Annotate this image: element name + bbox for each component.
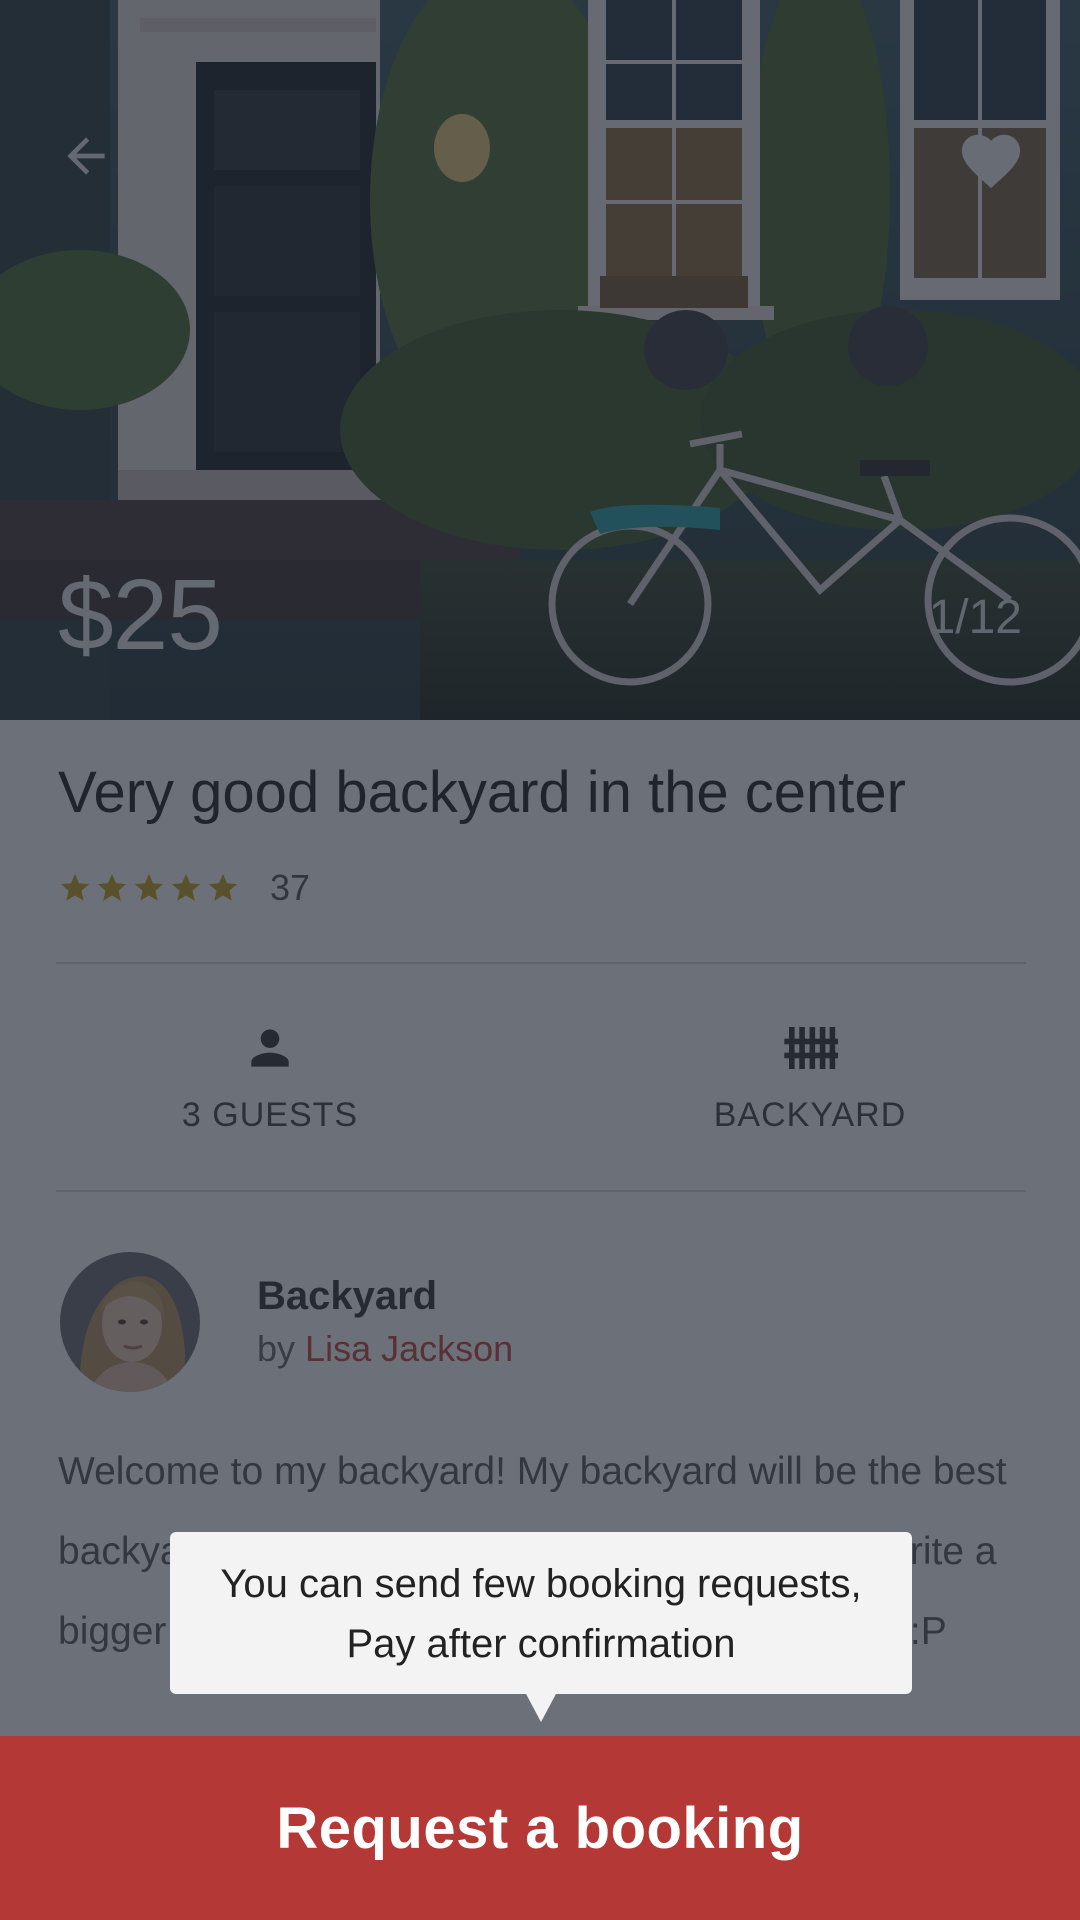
star-icon — [171, 873, 201, 901]
tooltip-line: You can send few booking requests, — [220, 1562, 862, 1606]
rating-row: 37 — [58, 867, 311, 908]
star-icon — [97, 873, 127, 901]
space-type: Backyard — [257, 1274, 438, 1318]
listing-title: Very good backyard in the center — [58, 760, 906, 825]
person-icon — [251, 1029, 289, 1067]
arrow-left-icon[interactable] — [58, 128, 114, 184]
host-avatar-image — [60, 1252, 200, 1392]
feature-space: BACKYARD — [610, 1020, 1010, 1135]
feature-label: BACKYARD — [713, 1096, 907, 1134]
price-label: $25 — [58, 559, 223, 671]
avatar[interactable] — [60, 1252, 200, 1392]
host-name-link[interactable]: Lisa Jackson — [305, 1328, 513, 1369]
star-icon — [208, 873, 238, 901]
by-prefix: by — [257, 1328, 296, 1369]
star-rating — [58, 871, 240, 905]
tooltip-line: Pay after confirmation — [346, 1622, 736, 1666]
photo-counter: 1/12 — [928, 591, 1022, 644]
tooltip-pointer — [525, 1692, 557, 1722]
star-icon — [134, 873, 164, 901]
feature-guests: 3 GUESTS — [70, 1020, 470, 1135]
divider — [56, 1190, 1026, 1192]
review-count: 37 — [270, 867, 311, 908]
host-line: by Lisa Jackson — [257, 1328, 513, 1370]
star-icon — [60, 873, 90, 901]
request-booking-button[interactable]: Request a booking — [0, 1736, 1080, 1920]
booking-tooltip: You can send few booking requests, Pay a… — [170, 1532, 912, 1694]
hero-photo[interactable]: $25 1/12 — [0, 0, 1080, 720]
divider — [56, 962, 1026, 964]
feature-label: 3 GUESTS — [181, 1096, 359, 1134]
fence-icon — [784, 1027, 838, 1069]
listing-screen: $25 1/12 Very good backyard in the cente… — [0, 0, 1080, 1920]
heart-icon[interactable] — [956, 126, 1026, 190]
